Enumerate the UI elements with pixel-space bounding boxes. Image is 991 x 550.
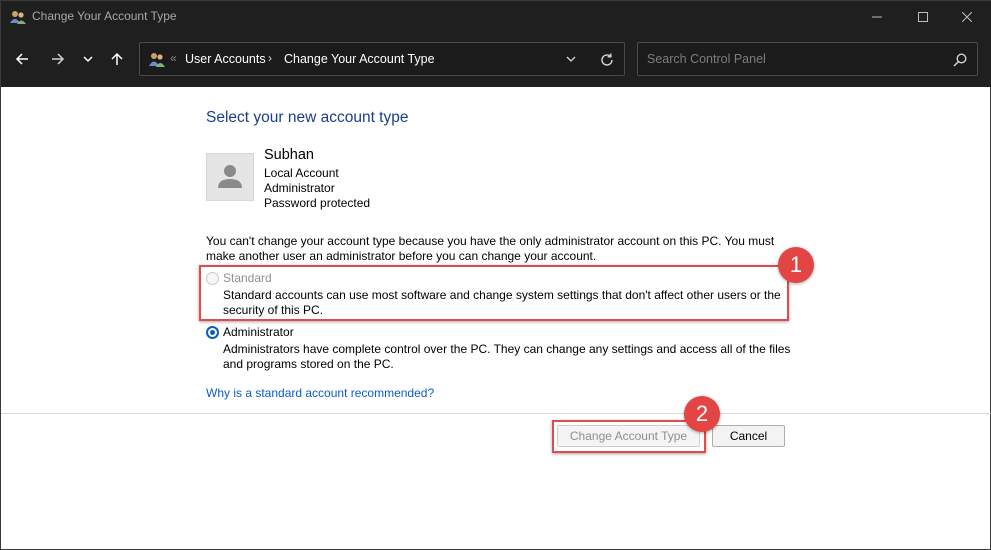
arrow-left-icon — [15, 53, 28, 65]
address-bar[interactable]: « User Accounts › Change Your Account Ty… — [139, 42, 625, 76]
callout-number-1: 1 — [778, 247, 814, 283]
control-panel-window: Change Your Account Type « User Accounts… — [0, 0, 991, 550]
maximize-icon — [918, 12, 928, 22]
breadcrumb-user-accounts[interactable]: User Accounts — [185, 52, 266, 66]
chevron-down-icon — [83, 56, 93, 63]
user-avatar-icon — [206, 153, 254, 201]
administrator-label[interactable]: Administrator — [223, 325, 294, 339]
breadcrumb-separator[interactable]: › — [268, 51, 272, 65]
close-button[interactable] — [944, 1, 990, 33]
account-password-status: Password protected — [264, 196, 371, 210]
navigation-bar: « User Accounts › Change Your Account Ty… — [1, 33, 991, 87]
account-role: Administrator — [264, 181, 335, 195]
user-accounts-icon — [10, 9, 26, 25]
minimize-button[interactable] — [854, 1, 900, 33]
back-button[interactable] — [10, 47, 34, 71]
divider — [1, 413, 991, 414]
forward-button[interactable] — [46, 47, 70, 71]
maximize-button[interactable] — [900, 1, 946, 33]
search-input[interactable]: Search Control Panel — [637, 42, 978, 76]
cancel-button[interactable]: Cancel — [712, 425, 785, 447]
breadcrumb-change-account-type[interactable]: Change Your Account Type — [284, 52, 435, 66]
notice-text: You can't change your account type becau… — [206, 234, 775, 263]
refresh-icon[interactable] — [599, 52, 615, 68]
window-title: Change Your Account Type — [32, 9, 177, 23]
minimize-icon — [872, 16, 882, 18]
up-button[interactable] — [105, 47, 129, 71]
recent-locations-button[interactable] — [76, 47, 100, 71]
page-title: Select your new account type — [206, 109, 409, 126]
title-bar: Change Your Account Type — [1, 1, 991, 33]
administrator-radio[interactable] — [206, 326, 219, 339]
callout-number-2: 2 — [684, 396, 720, 432]
arrow-right-icon — [52, 53, 65, 65]
search-placeholder: Search Control Panel — [647, 52, 766, 66]
close-icon — [962, 12, 972, 22]
standard-account-help-link[interactable]: Why is a standard account recommended? — [206, 386, 434, 400]
administrator-description: Administrators have complete control ove… — [223, 342, 791, 371]
search-icon[interactable] — [952, 52, 968, 68]
overflow-chevron[interactable]: « — [170, 51, 177, 65]
user-name: Subhan — [264, 147, 314, 163]
user-accounts-icon — [148, 51, 166, 67]
chevron-down-icon[interactable] — [564, 52, 578, 66]
arrow-up-icon — [111, 52, 123, 65]
callout-box-standard — [199, 265, 789, 321]
account-kind: Local Account — [264, 166, 339, 180]
callout-box-change-button — [552, 420, 706, 453]
